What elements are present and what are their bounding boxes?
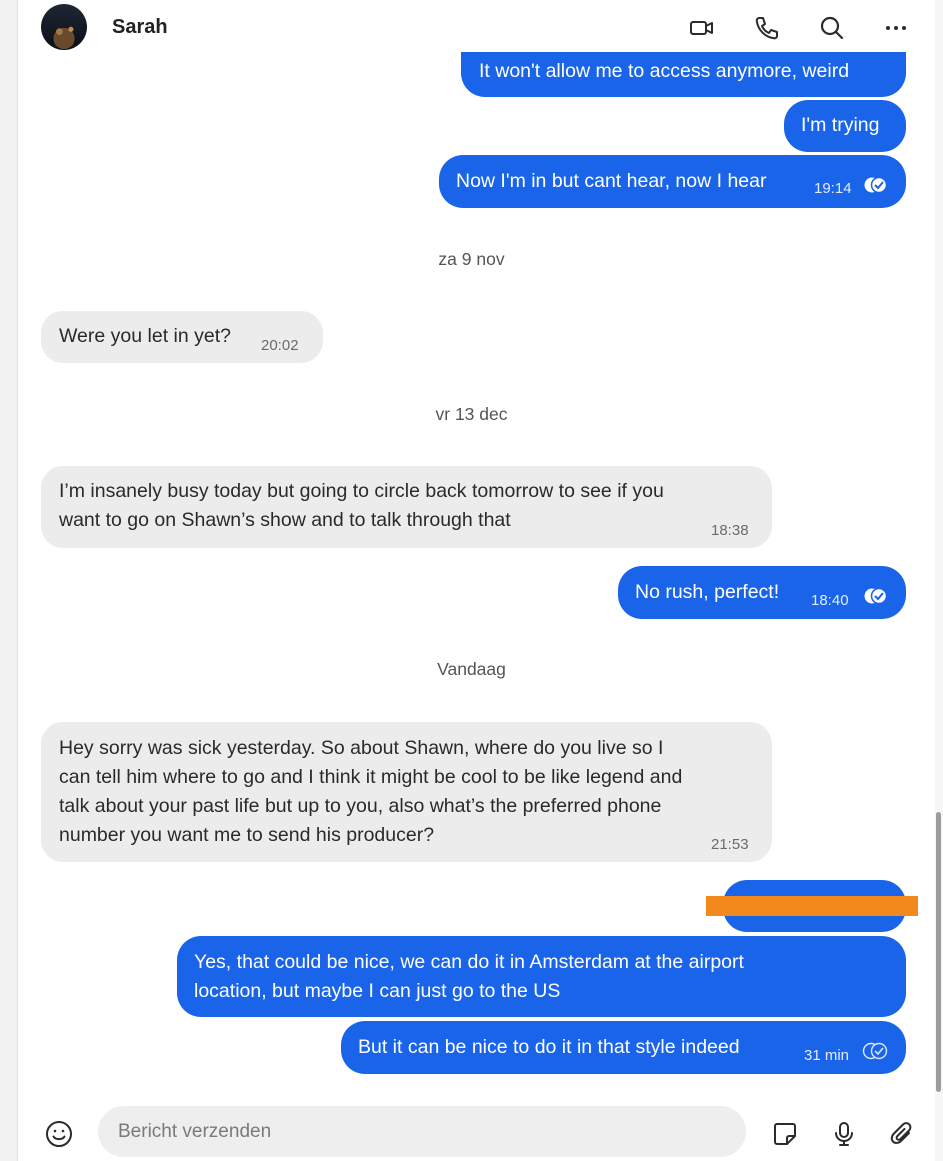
redaction-bar [706,896,918,916]
message-text-line: number you want me to send his producer? [59,824,435,846]
message-bubble-outgoing[interactable]: No rush, perfect! 18:40 [618,566,906,619]
message-time: 31 min [804,1047,850,1064]
scrollbar-track[interactable] [935,0,943,1161]
message-bubble-outgoing[interactable]: But it can be nice to do it in that styl… [341,1021,906,1074]
message-text-line: Hey sorry was sick yesterday. So about S… [59,737,664,759]
chat-header: Sarah [18,0,935,58]
read-receipt-icon [863,174,889,203]
window-left-edge [0,0,18,1161]
message-bubble-incoming[interactable]: Hey sorry was sick yesterday. So about S… [41,722,772,862]
message-time: 19:14 [814,180,852,197]
message-bubble-outgoing[interactable]: It won't allow me to access anymore, wei… [461,52,906,97]
date-separator: vr 13 dec [435,404,508,424]
read-receipt-icon [863,585,889,614]
message-text-line: I’m insanely busy today but going to cir… [59,480,664,502]
more-options-icon[interactable] [880,12,912,44]
message-text-line: location, but maybe I can just go to the… [194,980,561,1002]
message-bubble-outgoing[interactable]: I'm trying [784,100,906,152]
message-bubble-outgoing[interactable]: Now I'm in but cant hear, now I hear 19:… [439,155,906,208]
scrollbar-thumb[interactable] [936,812,941,1092]
message-time: 18:38 [711,522,749,539]
message-time: 18:40 [811,592,849,609]
message-text: No rush, perfect! [635,581,780,603]
message-text-line: want to go on Shawn’s show and to talk t… [59,509,511,531]
delivered-receipt-icon [862,1040,890,1069]
emoji-icon[interactable] [44,1119,74,1149]
contact-name[interactable]: Sarah [112,16,168,39]
message-text: I'm trying [801,114,880,136]
message-time: 20:02 [261,337,299,354]
message-text-line: can tell him where to go and I think it … [59,766,683,788]
attachment-icon[interactable] [886,1118,918,1150]
message-input[interactable] [98,1106,746,1157]
message-text: It won't allow me to access anymore, wei… [479,60,850,82]
date-separator: za 9 nov [438,249,505,269]
message-text: Now I'm in but cant hear, now I hear [456,170,767,192]
message-bubble-incoming[interactable]: Were you let in yet? 20:02 [41,311,323,363]
message-text: But it can be nice to do it in that styl… [358,1036,740,1058]
message-text-line: talk about your past life but up to you,… [59,795,662,817]
message-text-line: Yes, that could be nice, we can do it in… [194,951,744,973]
message-bubble-outgoing[interactable]: Yes, that could be nice, we can do it in… [177,936,906,1017]
message-time: 21:53 [711,836,749,853]
message-bubble-incoming[interactable]: I’m insanely busy today but going to cir… [41,466,772,548]
phone-call-icon[interactable] [751,12,783,44]
microphone-icon[interactable] [828,1118,860,1150]
sticker-icon[interactable] [769,1118,801,1150]
search-icon[interactable] [816,12,848,44]
date-separator: Vandaag [437,659,506,679]
video-call-icon[interactable] [686,12,718,44]
message-text: Were you let in yet? [59,325,231,347]
message-composer [18,1095,935,1161]
contact-avatar[interactable] [41,4,87,50]
